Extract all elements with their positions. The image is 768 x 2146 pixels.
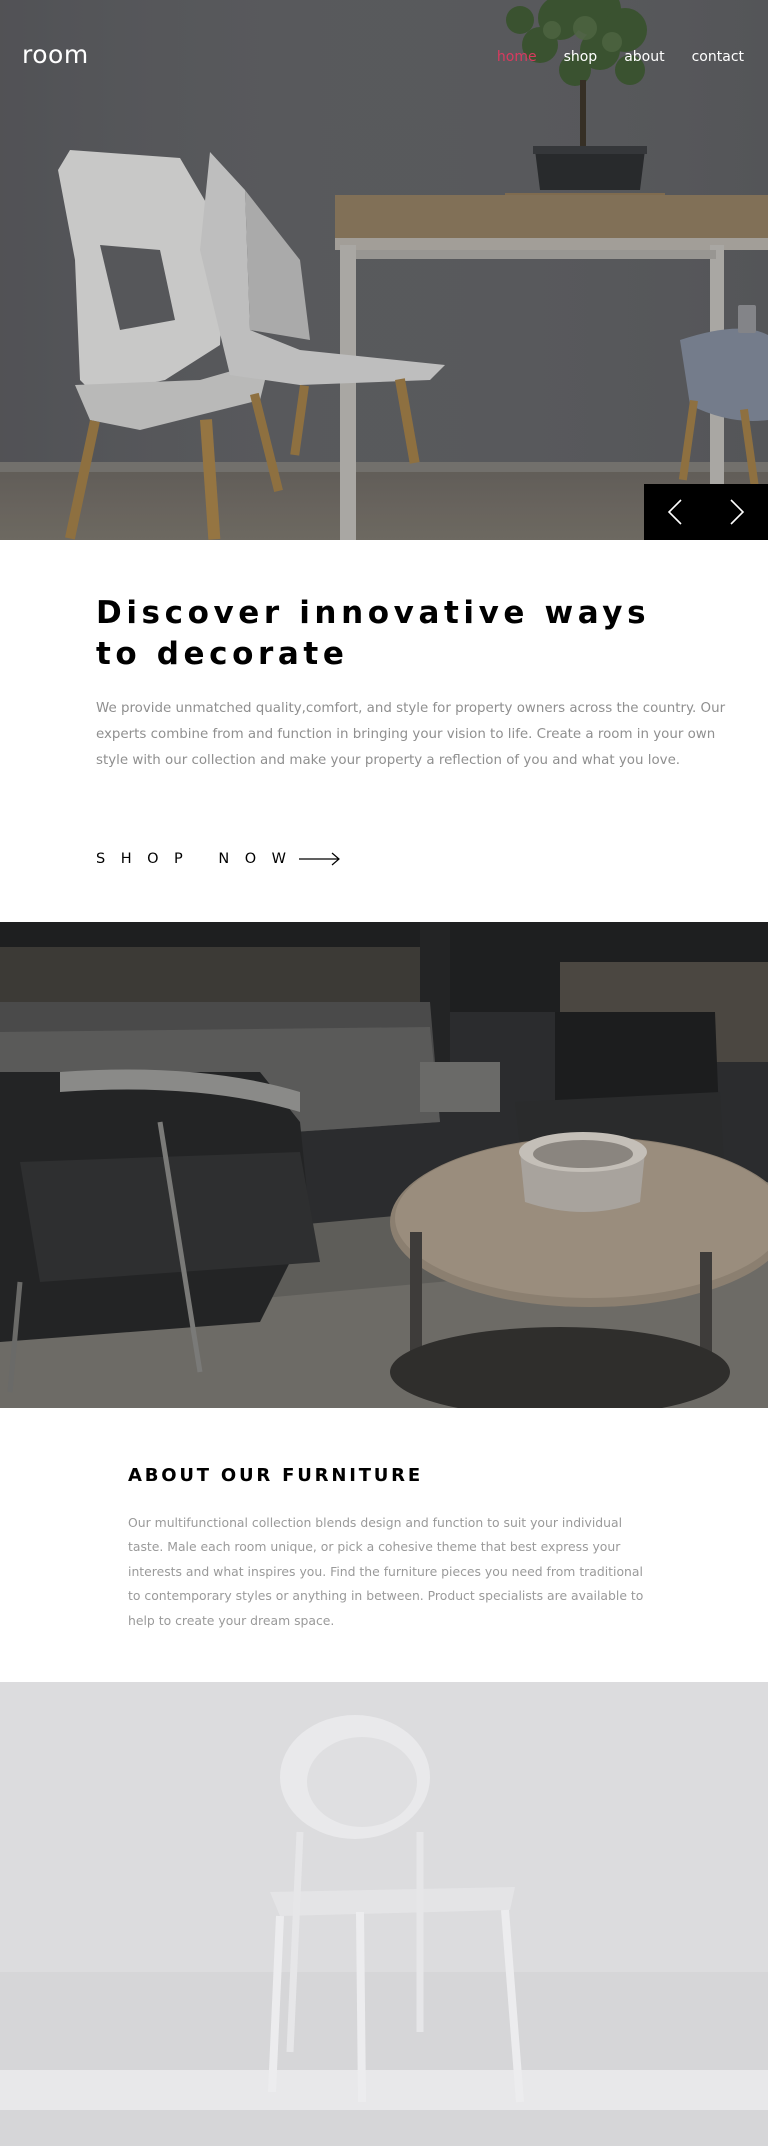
slider-controls	[644, 484, 768, 540]
site-header: room home shop about contact	[0, 0, 768, 118]
light-chair-image	[0, 1682, 768, 2146]
discover-title: Discover innovative ways to decorate	[96, 595, 651, 672]
hero-section: room home shop about contact	[0, 0, 768, 540]
nav-link-about[interactable]: about	[624, 49, 664, 65]
site-logo[interactable]: room	[22, 40, 89, 69]
about-section: ABOUT OUR FURNITURE Our multifunctional …	[0, 1408, 768, 1682]
dark-furniture-image	[0, 922, 768, 1408]
slider-prev-button[interactable]	[644, 484, 706, 540]
nav-link-contact[interactable]: contact	[692, 49, 744, 65]
discover-section: Discover innovative ways to decorate We …	[0, 540, 768, 922]
slider-next-button[interactable]	[706, 484, 768, 540]
dark-furniture-scene	[0, 922, 768, 1408]
nav-link-shop[interactable]: shop	[564, 49, 598, 65]
chevron-left-icon	[667, 499, 682, 525]
about-title: ABOUT OUR FURNITURE	[128, 1465, 423, 1486]
chevron-right-icon	[730, 499, 745, 525]
nav-link-home[interactable]: home	[497, 49, 537, 65]
shop-now-label: SHOP NOW	[96, 851, 302, 867]
main-nav: home shop about contact	[497, 49, 744, 65]
about-description: Our multifunctional collection blends de…	[128, 1515, 644, 1628]
shop-now-button[interactable]: SHOP NOW	[96, 851, 341, 867]
light-chair-scene	[0, 1682, 768, 2146]
arrow-right-icon	[299, 852, 341, 866]
discover-description: We provide unmatched quality,comfort, an…	[96, 701, 726, 768]
